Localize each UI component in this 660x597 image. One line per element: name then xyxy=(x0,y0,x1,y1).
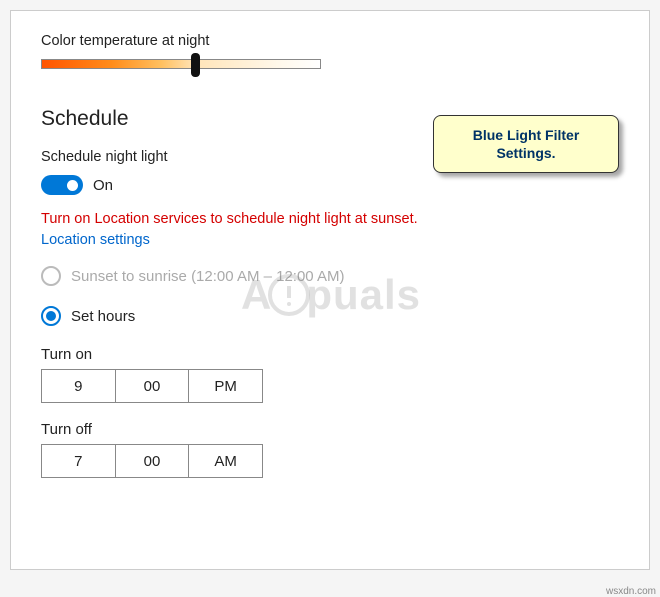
callout-line2: Settings. xyxy=(496,145,555,161)
turn-off-time[interactable]: 7 00 AM xyxy=(41,444,263,478)
schedule-toggle-state: On xyxy=(93,177,113,194)
turn-off-minute[interactable]: 00 xyxy=(116,445,190,477)
turn-on-hour[interactable]: 9 xyxy=(42,370,116,402)
location-warning: Turn on Location services to schedule ni… xyxy=(41,211,619,227)
color-temp-slider[interactable] xyxy=(41,59,321,79)
turn-off-hour[interactable]: 7 xyxy=(42,445,116,477)
credit-text: wsxdn.com xyxy=(606,586,656,597)
location-settings-link[interactable]: Location settings xyxy=(41,232,150,248)
radio-sunset xyxy=(41,266,61,286)
turn-on-minute[interactable]: 00 xyxy=(116,370,190,402)
callout-tooltip: Blue Light Filter Settings. xyxy=(433,115,619,173)
schedule-toggle[interactable] xyxy=(41,175,83,195)
radio-sethours-label: Set hours xyxy=(71,308,135,325)
schedule-toggle-row: On xyxy=(41,175,619,195)
slider-track xyxy=(41,59,321,69)
turn-on-block: Turn on 9 00 PM xyxy=(41,346,619,403)
toggle-knob xyxy=(67,180,78,191)
callout-line1: Blue Light Filter xyxy=(473,127,580,143)
turn-off-label: Turn off xyxy=(41,421,619,438)
turn-on-ampm[interactable]: PM xyxy=(189,370,262,402)
radio-sunset-row: Sunset to sunrise (12:00 AM – 12:00 AM) xyxy=(41,266,619,286)
slider-thumb[interactable] xyxy=(191,53,200,77)
radio-sethours-row[interactable]: Set hours xyxy=(41,306,619,326)
radio-sunset-label: Sunset to sunrise (12:00 AM – 12:00 AM) xyxy=(71,268,345,285)
turn-off-block: Turn off 7 00 AM xyxy=(41,421,619,478)
turn-on-time[interactable]: 9 00 PM xyxy=(41,369,263,403)
turn-off-ampm[interactable]: AM xyxy=(189,445,262,477)
radio-sethours[interactable] xyxy=(41,306,61,326)
settings-panel: Color temperature at night Schedule Sche… xyxy=(10,10,650,570)
turn-on-label: Turn on xyxy=(41,346,619,363)
color-temp-label: Color temperature at night xyxy=(41,33,619,49)
